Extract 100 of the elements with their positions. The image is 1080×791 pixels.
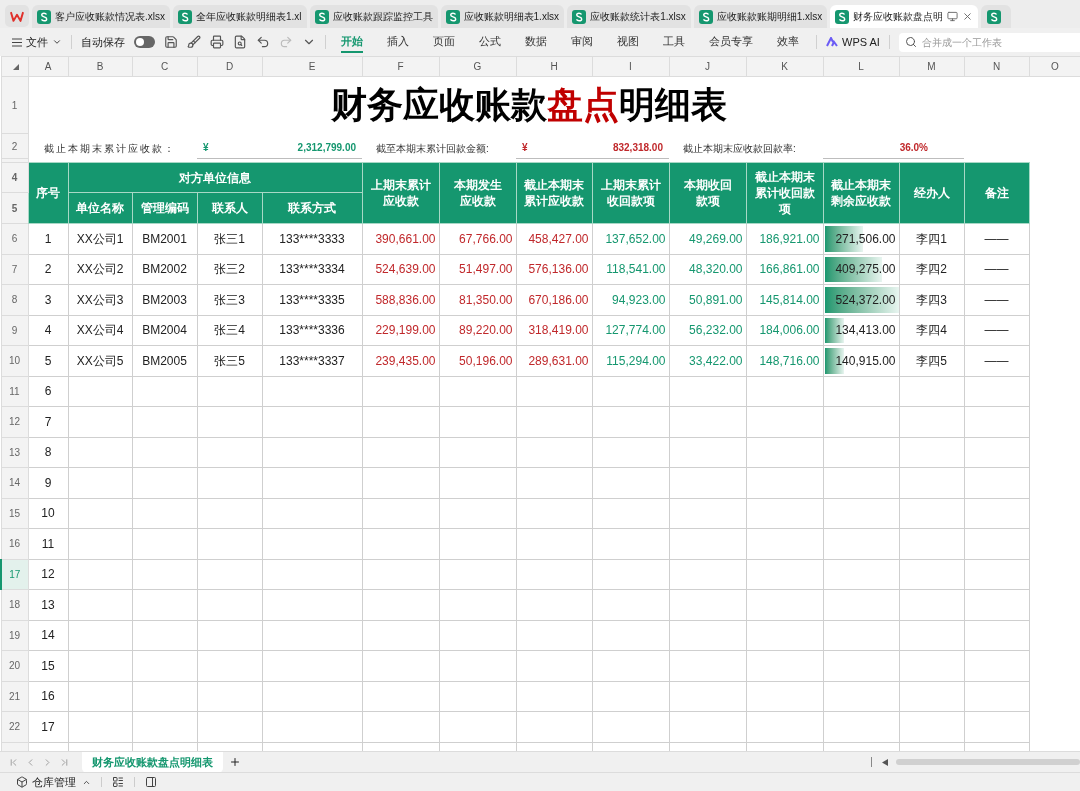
row-number[interactable]: 10 [1, 345, 28, 376]
window-icon[interactable] [947, 11, 959, 22]
spreadsheet-icon [445, 9, 460, 24]
table-cell: 133****3333 [262, 223, 362, 254]
warehouse-icon[interactable] [16, 776, 28, 788]
row-number[interactable]: 9 [1, 315, 28, 346]
printer-icon[interactable] [210, 35, 224, 49]
table-cell: 524,372.00 [823, 284, 899, 315]
row-number[interactable]: 4 [1, 162, 28, 193]
table-cell: —— [964, 345, 1029, 376]
table-cell: 张三3 [197, 284, 262, 315]
column-letter[interactable]: O [1029, 56, 1080, 77]
print-preview-icon[interactable] [233, 35, 247, 49]
row-number[interactable]: 13 [1, 437, 28, 468]
column-letter[interactable]: M [899, 56, 964, 77]
table-cell: 148,716.00 [746, 345, 823, 376]
ribbon-tab[interactable]: 视图 [617, 31, 639, 53]
column-letter[interactable]: N [964, 56, 1029, 77]
file-tab[interactable]: 财务应收账款盘点明 [830, 5, 979, 28]
horizontal-scrollbar[interactable] [896, 759, 1080, 765]
sequence-cell: 5 [28, 345, 68, 376]
column-letter[interactable]: H [516, 56, 592, 77]
ribbon-tab[interactable]: 会员专享 [709, 31, 753, 53]
file-tab[interactable] [981, 5, 1012, 28]
column-letter[interactable]: I [592, 56, 669, 77]
file-tab[interactable]: 应收账款账期明细1.xlsx [693, 5, 828, 28]
ribbon-tab[interactable]: 插入 [387, 31, 409, 53]
column-letter[interactable]: B [68, 56, 132, 77]
undo-icon[interactable] [256, 35, 270, 49]
ribbon-tab[interactable]: 工具 [663, 31, 685, 53]
header-text: 应收款 [458, 193, 497, 210]
sheet-title: 财务应收账款盘点明细表 [28, 76, 1029, 134]
column-letter[interactable]: E [262, 56, 362, 77]
row-number[interactable]: 8 [1, 284, 28, 315]
add-sheet-icon[interactable] [229, 756, 241, 768]
table-cell: 49,269.00 [669, 223, 746, 254]
row-number[interactable]: 22 [1, 711, 28, 742]
file-tab[interactable]: 应收账款明细表1.xlsx [440, 5, 565, 28]
row-number[interactable]: 19 [1, 620, 28, 651]
header-text: 备注 [983, 184, 1010, 202]
save-icon[interactable] [164, 35, 178, 49]
panel-icon[interactable] [145, 776, 157, 788]
sequence-cell: 7 [28, 406, 68, 437]
column-letter[interactable]: K [746, 56, 823, 77]
sequence-cell: 2 [28, 254, 68, 285]
column-letter[interactable]: C [132, 56, 197, 77]
file-tab[interactable]: 全年应收账款明细表1.xl [173, 5, 307, 28]
ribbon-tab[interactable]: 公式 [479, 31, 501, 53]
row-number[interactable]: 7 [1, 254, 28, 285]
table-cell: XX公司5 [68, 345, 132, 376]
column-letter[interactable]: G [439, 56, 516, 77]
table-cell: BM2003 [132, 284, 197, 315]
layout-icon[interactable] [112, 776, 124, 788]
sheet-tab[interactable]: 财务应收账款盘点明细表 [82, 751, 223, 773]
autosave-toggle[interactable] [134, 36, 155, 48]
table-cell: BM2002 [132, 254, 197, 285]
sequence-cell: 6 [28, 376, 68, 407]
row-number[interactable]: 18 [1, 589, 28, 620]
row-number[interactable]: 15 [1, 498, 28, 529]
brush-icon[interactable] [187, 35, 201, 49]
header-text: 款项 [694, 193, 721, 210]
row-number[interactable]: 20 [1, 650, 28, 681]
header-text: 收回款项 [605, 193, 656, 210]
column-letter[interactable]: D [197, 56, 262, 77]
warehouse-label[interactable]: 仓库管理 [32, 773, 76, 791]
column-letter[interactable]: F [362, 56, 439, 77]
spreadsheet-icon [835, 9, 850, 24]
file-menu[interactable]: 文件 [12, 33, 62, 51]
row-number[interactable]: 2 [1, 133, 28, 159]
sequence-cell: 11 [28, 528, 68, 559]
row-number[interactable]: 14 [1, 467, 28, 498]
column-letter[interactable]: J [669, 56, 746, 77]
ribbon-tab[interactable]: 数据 [525, 31, 547, 53]
row-number[interactable]: 1 [1, 76, 28, 134]
column-letter[interactable]: L [823, 56, 899, 77]
table-cell: 李四4 [899, 315, 964, 346]
ribbon-tab[interactable]: 效率 [777, 31, 799, 53]
row-number[interactable]: 11 [1, 376, 28, 407]
column-letter[interactable]: A [28, 56, 68, 77]
row-number[interactable]: 6 [1, 223, 28, 254]
header-text: 上期末累计 [599, 176, 662, 193]
file-tab[interactable]: 应收账款跟踪监控工具 [309, 5, 438, 28]
file-tab[interactable]: 客户应收账款情况表.xlsx [32, 5, 170, 28]
ai-button[interactable]: WPS AI [826, 33, 880, 51]
header-text: 应收款 [381, 193, 420, 210]
row-number[interactable]: 16 [1, 528, 28, 559]
ribbon-tab[interactable]: 审阅 [571, 31, 593, 53]
row-number[interactable]: 21 [1, 681, 28, 712]
ribbon-tab[interactable]: 页面 [433, 31, 455, 53]
file-tab[interactable]: 应收账款统计表1.xlsx [567, 5, 691, 28]
table-cell: 588,836.00 [362, 284, 439, 315]
row-number[interactable]: 5 [1, 192, 28, 224]
table-cell: 张三4 [197, 315, 262, 346]
close-icon[interactable] [962, 11, 974, 22]
app-logo-icon[interactable] [5, 5, 29, 27]
row-number[interactable]: 12 [1, 406, 28, 437]
caret-icon [52, 37, 62, 47]
header-text: 本期收回 [682, 176, 733, 193]
table-cell: 133****3335 [262, 284, 362, 315]
table-cell: —— [964, 254, 1029, 285]
